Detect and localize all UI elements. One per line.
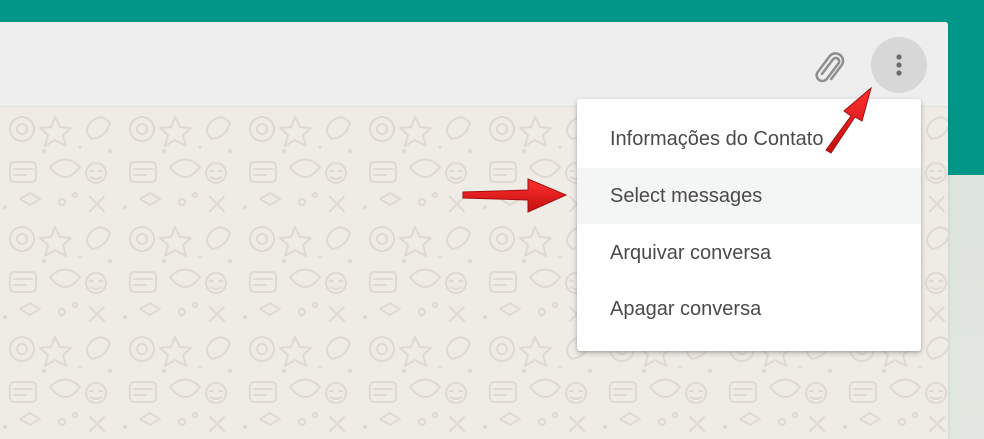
menu-item-archive-chat[interactable]: Arquivar conversa	[577, 225, 921, 281]
menu-button[interactable]	[871, 37, 927, 93]
paperclip-icon[interactable]	[808, 46, 848, 86]
context-menu: Informações do Contato Select messages A…	[577, 99, 921, 351]
menu-item-label: Arquivar conversa	[610, 241, 772, 264]
vertical-dots-icon	[896, 54, 902, 76]
side-panel-edge	[948, 175, 984, 439]
menu-item-label: Select messages	[610, 184, 763, 207]
menu-item-contact-info[interactable]: Informações do Contato	[577, 111, 921, 167]
menu-item-delete-chat[interactable]: Apagar conversa	[577, 281, 921, 337]
menu-item-select-messages[interactable]: Select messages	[577, 168, 921, 224]
chat-header	[0, 22, 948, 107]
menu-item-label: Informações do Contato	[610, 127, 824, 150]
menu-item-label: Apagar conversa	[610, 297, 762, 320]
